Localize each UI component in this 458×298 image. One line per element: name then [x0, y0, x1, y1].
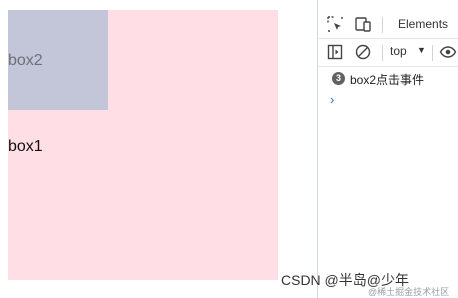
- show-sidebar-icon[interactable]: [326, 43, 344, 61]
- live-expression-eye-icon[interactable]: [439, 43, 457, 61]
- console-message-text: box2点击事件: [350, 73, 425, 87]
- devtools-toolbar: Elements: [318, 10, 458, 39]
- message-count-badge: 3: [332, 72, 345, 85]
- box1-label: box1: [8, 138, 43, 155]
- inspect-element-icon[interactable]: [326, 15, 344, 33]
- box2[interactable]: box2: [8, 10, 108, 110]
- console-bar-divider: [382, 45, 383, 61]
- context-selector[interactable]: top: [390, 44, 407, 58]
- console-prompt-chevron-icon[interactable]: ›: [330, 92, 334, 107]
- box2-label: box2: [8, 52, 43, 69]
- console-bar-divider-2: [432, 45, 433, 61]
- page-viewport: box2 box1: [0, 0, 317, 298]
- clear-console-icon[interactable]: [354, 43, 372, 61]
- devtools-panel: Elements top ▼ 3 box2点击事件 ›: [317, 0, 458, 298]
- toolbar-divider: [382, 17, 383, 33]
- console-toolbar: top ▼: [318, 38, 458, 67]
- device-toolbar-icon[interactable]: [354, 15, 372, 33]
- watermark-subtext: @稀土掘金技术社区: [368, 287, 450, 297]
- box1[interactable]: box2 box1: [8, 10, 278, 280]
- screenshot-root: box2 box1 Elements top ▼ 3 box2点击事件 › CS…: [0, 0, 458, 298]
- tab-elements[interactable]: Elements: [398, 17, 448, 31]
- chevron-down-icon[interactable]: ▼: [417, 45, 426, 55]
